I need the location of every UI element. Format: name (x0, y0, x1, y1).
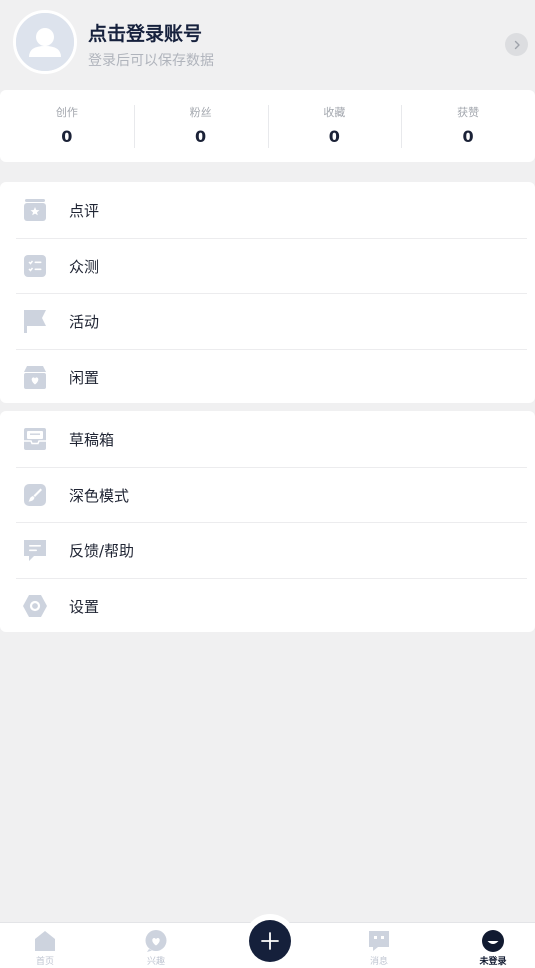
stat-followers[interactable]: 粉丝 0 (133, 90, 268, 162)
login-title[interactable]: 点击登录账号 (88, 19, 202, 46)
profile-page: 点击登录账号 登录后可以保存数据 创作 0 粉丝 0 收藏 0 获赞 0 点评 … (0, 0, 535, 968)
inbox-icon (22, 426, 48, 452)
stat-value: 0 (328, 127, 340, 146)
stat-favorites[interactable]: 收藏 0 (267, 90, 402, 162)
feedback-icon (22, 537, 48, 563)
tab-label: 首页 (35, 957, 54, 967)
menu-item-label: 反馈/帮助 (69, 542, 135, 560)
menu-item-dark-mode[interactable]: 深色模式 (0, 466, 535, 523)
menu-item-label: 活动 (69, 313, 100, 331)
menu-group-settings: 草稿箱 深色模式 反馈/帮助 设置 (0, 411, 535, 632)
menu-item-testing[interactable]: 众测 (0, 237, 535, 294)
stat-value: 0 (195, 127, 207, 146)
tab-interest[interactable]: 兴趣 (126, 923, 186, 968)
heart-bubble-icon (144, 929, 168, 953)
stat-creations[interactable]: 创作 0 (0, 90, 134, 162)
profile-header[interactable]: 点击登录账号 登录后可以保存数据 (0, 0, 535, 88)
tab-label: 未登录 (479, 957, 507, 967)
flag-icon (22, 308, 48, 334)
stat-likes[interactable]: 获赞 0 (401, 90, 535, 162)
menu-item-label: 设置 (69, 597, 100, 616)
tab-profile[interactable]: 未登录 (463, 923, 523, 968)
stat-label: 收藏 (323, 106, 346, 119)
stat-label: 获赞 (457, 106, 480, 119)
create-post-button[interactable] (249, 920, 291, 962)
tab-messages[interactable]: 消息 (349, 923, 409, 968)
menu-item-idle[interactable]: 闲置 (0, 348, 535, 405)
avatar[interactable] (13, 10, 77, 74)
review-box-star-icon (22, 197, 48, 223)
tab-label: 消息 (369, 957, 388, 967)
menu-item-label: 深色模式 (69, 486, 130, 505)
message-icon (367, 929, 391, 953)
menu-item-settings[interactable]: 设置 (0, 577, 535, 634)
stat-label: 创作 (55, 106, 78, 119)
menu-group-content: 点评 众测 活动 闲置 (0, 182, 535, 403)
menu-item-label: 草稿箱 (69, 431, 115, 449)
menu-item-activity[interactable]: 活动 (0, 293, 535, 349)
stat-value: 0 (61, 127, 73, 146)
profile-face-icon (481, 929, 505, 953)
home-icon (33, 929, 57, 953)
checklist-icon (22, 253, 48, 279)
menu-item-feedback[interactable]: 反馈/帮助 (0, 522, 535, 578)
login-subtitle: 登录后可以保存数据 (88, 53, 214, 69)
chevron-right-icon (514, 40, 520, 49)
tab-label: 兴趣 (146, 957, 165, 967)
stats-bar: 创作 0 粉丝 0 收藏 0 获赞 0 (0, 90, 535, 162)
stat-label: 粉丝 (189, 106, 212, 119)
hexagon-settings-icon (22, 593, 48, 619)
menu-item-label: 点评 (69, 202, 100, 220)
brush-icon (22, 482, 48, 508)
tab-home[interactable]: 首页 (15, 923, 75, 968)
menu-item-review[interactable]: 点评 (0, 182, 535, 238)
default-avatar-icon (16, 13, 74, 71)
idle-box-heart-icon (22, 364, 48, 390)
menu-item-label: 众测 (69, 257, 100, 276)
header-chevron-button[interactable] (505, 33, 528, 56)
plus-icon (261, 932, 279, 950)
menu-item-label: 闲置 (69, 368, 100, 387)
stat-value: 0 (462, 127, 474, 146)
menu-item-drafts[interactable]: 草稿箱 (0, 411, 535, 467)
